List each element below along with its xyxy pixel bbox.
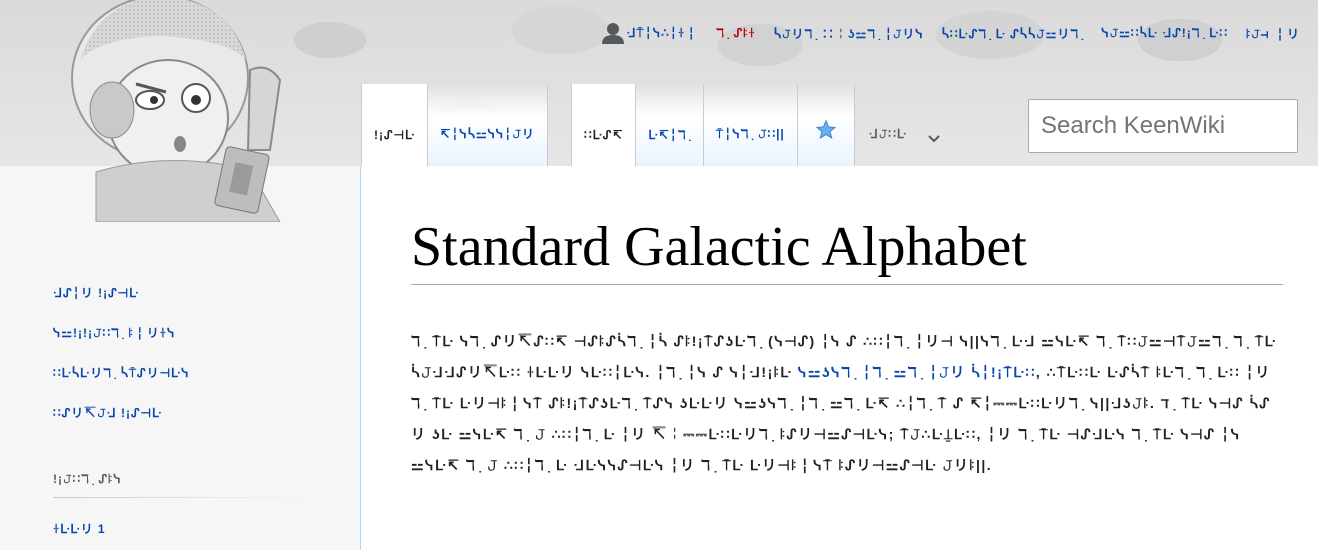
talk-link[interactable]: ℸ ̣ ᔑꖎꖌ [716,26,756,41]
personal-tools: ᒲ⍑╎ᓭ∴╎ꖌ╎ ℸ ̣ ᔑꖎꖌ ᓵ𝙹リℸ ̣ ∷╎ʖ⚍ℸ ̣ ╎𝙹リᓭ ᓵ∷ᒷ… [602,22,1300,44]
content-area: Standard Galactic Alphabet ℸ ̣ ⍑ᒷ ᓭℸ ̣ ᔑ… [360,166,1318,550]
tab-history[interactable]: ⍑╎ᓭℸ ̣ 𝙹∷|| [702,84,797,166]
namespace-tabs: !¡ᔑ⊣ᒷ ↸╎ᓭᓵ⚍ᓭᓭ╎𝙹リ [361,84,548,166]
more-menu[interactable]: ᒲ𝙹∷ᒷ [855,84,953,166]
chevron-down-icon [928,135,940,143]
username-link[interactable]: ᒲ⍑╎ᓭ∴╎ꖌ╎ [626,26,698,41]
article-bold-term: ᓭℸ ̣ ᔑリ↸ᔑ∷↸ ⊣ᔑꖎᔑᓵℸ ̣ ╎ᓵ ᔑꖎ!¡⍑ᔑʖᒷℸ ̣ [459,333,763,349]
sidebar-portals-heading: !¡𝙹∷ℸ ̣ ᔑꖎᓭ [53,472,122,486]
site-logo[interactable] [0,0,360,222]
article-link-substitution-cipher[interactable]: ᓭ⚍ʖᓭℸ ̣ ╎ℸ ̣ ⚍ℸ ̣ ╎𝙹リ ᓵ╎!¡⍑ᒷ∷ [798,364,1036,380]
sidebar-item-recent-changes[interactable]: ∷ᒷᓵᒷリℸ ̣ ᓵ⍑ᔑリ⊣ᒷᓭ [53,364,189,381]
sidebar-item-main-page[interactable]: ᒲᔑ╎リ !¡ᔑ⊣ᒷ [53,284,139,301]
contributions-link[interactable]: ᓵ𝙹リℸ ̣ ∷╎ʖ⚍ℸ ̣ ╎𝙹リᓭ [774,25,924,42]
tab-page-label: !¡ᔑ⊣ᒷ [374,128,416,142]
tab-edit-label: ᒷ↸╎ℸ ̣ [648,128,691,142]
sidebar-divider [53,497,310,498]
sidebar-item-support-links[interactable]: ᓭ⚍!¡!¡𝙹∷ℸ ̣ ꖎ╎リꖌᓭ [53,324,175,341]
view-tabs: ∷ᒷᔑ↸ ᒷ↸╎ℸ ̣ ⍑╎ᓭℸ ̣ 𝙹∷|| ᒲ𝙹∷ᒷ [571,84,953,166]
tab-read-label: ∷ᒷᔑ↸ [584,128,624,142]
tab-history-label: ⍑╎ᓭℸ ̣ 𝙹∷|| [715,127,785,141]
tab-page[interactable]: !¡ᔑ⊣ᒷ [361,84,428,166]
tab-discussion[interactable]: ↸╎ᓭᓵ⚍ᓭᓭ╎𝙹リ [427,84,548,166]
user-icon [602,22,625,44]
page-title: Standard Galactic Alphabet [411,212,1283,285]
article-body: ℸ ̣ ⍑ᒷ ᓭℸ ̣ ᔑリ↸ᔑ∷↸ ⊣ᔑꖎᔑᓵℸ ̣ ╎ᓵ ᔑꖎ!¡⍑ᔑʖᒷℸ… [411,326,1283,481]
watch-star-button[interactable] [796,84,855,166]
more-menu-label: ᒲ𝙹∷ᒷ [868,127,908,141]
sidebar-item-random-page[interactable]: ∷ᔑリ↸𝙹ᒲ !¡ᔑ⊣ᒷ [53,404,162,421]
article-text: , ∴⍑ᒷ∷ᒷ ᒷᔑᓵ⍑ ꖎᒷℸ ̣ ℸ ̣ ᒷ∷ ╎リ ℸ ̣ ⍑ᒷ ᒷリ⊣ꖎ… [411,364,1271,473]
tab-discussion-label: ↸╎ᓭᓵ⚍ᓭᓭ╎𝙹リ [440,127,535,141]
create-account-link[interactable]: ᓵ∷ᒷᔑℸ ̣ ᒷ ᔑᓵᓵ𝙹⚍リℸ ̣ [942,25,1084,42]
tab-edit[interactable]: ᒷ↸╎ℸ ̣ [635,84,703,166]
search-input[interactable] [1029,100,1318,152]
article-text: ℸ ̣ ⍑ᒷ [411,333,460,349]
preferences-link[interactable]: ᓭ𝙹⚍∷ᓵᒷ ᒲᔑ!¡ℸ ̣ ᒷ∷ [1101,26,1228,41]
star-icon [815,120,836,140]
log-in-link[interactable]: ꖎ𝙹⊣ ╎リ [1246,25,1300,42]
tab-read[interactable]: ∷ᒷᔑ↸ [571,84,636,166]
search-box [1028,99,1318,153]
sidebar-item-keen-1[interactable]: ꖌᒷᒷリ 1 [53,520,106,537]
